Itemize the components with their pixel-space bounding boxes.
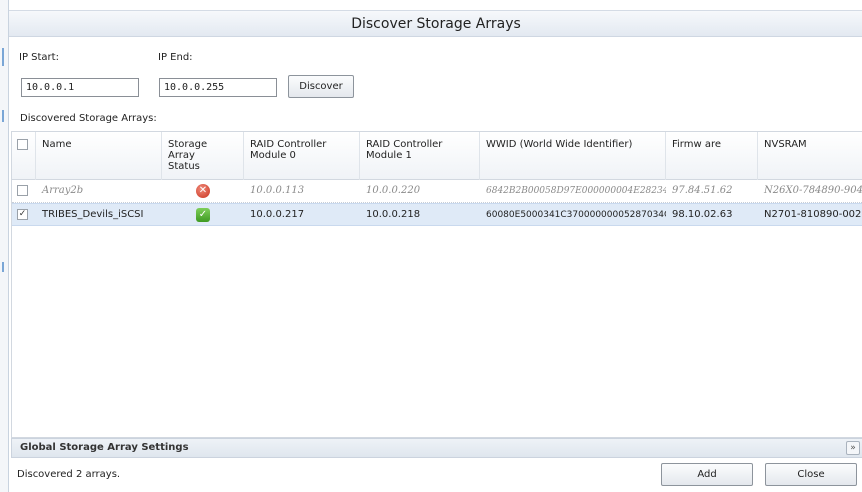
discover-storage-arrays-dialog: Discover Storage Arrays IP Start: IP End…: [8, 0, 862, 492]
ip-start-label: IP Start:: [19, 52, 59, 63]
ip-end-label: IP End:: [158, 52, 193, 63]
status-header-line-3: Status: [168, 161, 200, 172]
firmware: 97.84.51.62: [672, 185, 733, 196]
firmware: 98.10.02.63: [672, 209, 733, 220]
status-header-line-1: Storage: [168, 139, 208, 150]
column-header-wwid[interactable]: WWID (World Wide Identifier): [480, 132, 666, 180]
status-message: Discovered 2 arrays.: [17, 469, 121, 480]
nvsram: N26X0-784890-904: [764, 185, 862, 196]
dialog-title: Discover Storage Arrays: [9, 10, 862, 37]
error-x-icon: ✕: [196, 184, 210, 198]
table-row[interactable]: Array2b ✕ 10.0.0.113 10.0.0.220 6842B2B0…: [12, 180, 862, 203]
storage-arrays-table: Name Storage Array Status RAID Controlle…: [11, 131, 862, 438]
edge-marker: [2, 110, 4, 122]
raid-controller-0: 10.0.0.113: [250, 185, 305, 196]
row-checkbox[interactable]: [17, 185, 28, 196]
global-settings-bar[interactable]: Global Storage Array Settings »: [11, 438, 862, 458]
raid-controller-1: 10.0.0.218: [366, 209, 421, 220]
wwid: 60080E5000341C37000000005287034C: [486, 210, 666, 220]
column-header-nvsram[interactable]: NVSRAM: [758, 132, 862, 180]
raid1-header-line-2: Module 1: [366, 150, 412, 161]
column-header-status[interactable]: Storage Array Status: [162, 132, 244, 180]
select-all-checkbox[interactable]: [17, 139, 28, 150]
table-header: Name Storage Array Status RAID Controlle…: [12, 132, 862, 180]
edge-marker: [2, 262, 4, 272]
raid0-header-line-1: RAID Controller: [250, 139, 327, 150]
global-settings-label: Global Storage Array Settings: [20, 442, 189, 453]
table-row[interactable]: ✓ TRIBES_Devils_iSCSI ✓ 10.0.0.217 10.0.…: [12, 203, 862, 226]
column-header-raid1[interactable]: RAID Controller Module 1: [360, 132, 480, 180]
ip-end-input[interactable]: [159, 78, 277, 97]
wwid: 6842B2B00058D97E000000004E28234E: [486, 186, 666, 196]
check-ok-icon: ✓: [196, 208, 210, 222]
window-left-edge: [0, 0, 8, 492]
array-name: Array2b: [42, 185, 84, 196]
raid1-header-line-1: RAID Controller: [366, 139, 443, 150]
expand-collapse-icon[interactable]: »: [846, 441, 860, 455]
column-header-raid0[interactable]: RAID Controller Module 0: [244, 132, 360, 180]
dialog-footer: Discovered 2 arrays. Add Close: [11, 458, 862, 492]
discovered-arrays-label: Discovered Storage Arrays:: [20, 113, 157, 124]
nvsram: N2701-810890-002: [764, 209, 862, 220]
close-button[interactable]: Close: [765, 463, 857, 486]
raid-controller-1: 10.0.0.220: [366, 185, 421, 196]
ip-start-input[interactable]: [21, 78, 139, 97]
raid0-header-line-2: Module 0: [250, 150, 296, 161]
column-header-firmware[interactable]: Firmw are: [666, 132, 758, 180]
edge-marker: [2, 48, 4, 66]
array-name: TRIBES_Devils_iSCSI: [42, 209, 144, 220]
raid-controller-0: 10.0.0.217: [250, 209, 305, 220]
status-header-line-2: Array: [168, 150, 195, 161]
add-button[interactable]: Add: [661, 463, 753, 486]
select-all-column: [12, 132, 36, 180]
column-header-name[interactable]: Name: [36, 132, 162, 180]
discover-button[interactable]: Discover: [288, 75, 354, 98]
row-checkbox[interactable]: ✓: [17, 209, 28, 220]
